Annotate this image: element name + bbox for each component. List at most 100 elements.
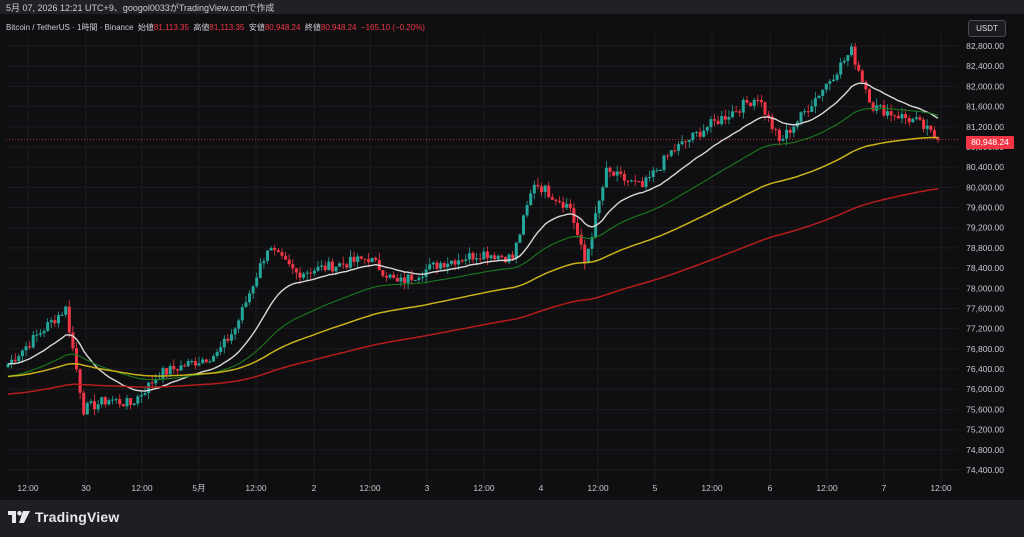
candle-body (850, 46, 853, 56)
candle-body (565, 203, 569, 208)
candle-body (709, 119, 713, 128)
candle (93, 394, 96, 416)
tradingview-logo[interactable]: TradingView (8, 509, 119, 525)
candle-body (179, 365, 183, 371)
candle (237, 318, 241, 334)
candle-body (673, 150, 677, 152)
candle-body (810, 106, 814, 112)
candle-body (82, 392, 86, 415)
candle (727, 110, 731, 125)
candle-body (100, 397, 104, 405)
candle (136, 394, 140, 407)
candle-body (507, 254, 511, 263)
candle-body (352, 256, 356, 262)
candle (341, 256, 345, 269)
candle-body (46, 322, 50, 332)
candle (193, 357, 197, 370)
candle-body (204, 359, 208, 363)
y-tick-label: 81,200.00 (966, 122, 1004, 132)
price-chart[interactable]: 82,800.00 82,400.00 82,000.00 81,600.00 81,2… (0, 14, 1024, 500)
candle-body (460, 260, 464, 262)
candle (925, 119, 929, 136)
candle (677, 141, 680, 156)
candle-body (868, 89, 871, 103)
candle-body (284, 255, 288, 260)
candle-body (695, 131, 698, 133)
candle (132, 402, 136, 406)
candle (388, 273, 392, 280)
candle (594, 206, 598, 239)
candle (28, 341, 32, 350)
candle (698, 127, 702, 140)
candle-body (633, 180, 637, 182)
candle (305, 269, 309, 281)
candle (864, 80, 868, 94)
candle (13, 352, 17, 364)
candle-body (240, 307, 244, 321)
candle (612, 170, 616, 177)
currency-button[interactable]: USDT (968, 20, 1006, 37)
candle (929, 125, 933, 134)
candle (770, 113, 774, 133)
candle (680, 135, 684, 146)
candle (850, 43, 853, 57)
candle-body (356, 256, 360, 262)
candle (752, 97, 756, 111)
candle-body (421, 276, 424, 278)
candle-body (684, 141, 688, 143)
candle (312, 267, 316, 277)
x-tick-label: 12:00 (587, 483, 609, 493)
candle (439, 260, 443, 272)
candle (114, 397, 118, 404)
candle-body (417, 277, 421, 280)
candle-body (734, 111, 738, 113)
candle (922, 117, 926, 133)
candle (579, 228, 583, 250)
candle (316, 261, 320, 272)
candle-body (932, 130, 936, 138)
candle (893, 114, 897, 121)
candle (522, 214, 525, 236)
candle (100, 396, 104, 408)
candle (756, 94, 760, 106)
candle-body (648, 177, 652, 178)
candle-body (752, 99, 756, 106)
y-tick-label: 76,400.00 (966, 364, 1004, 374)
candle-body (269, 248, 273, 251)
candle-body (792, 126, 796, 133)
candle-body (522, 215, 525, 235)
candle-body (485, 251, 489, 259)
candle-body (532, 184, 536, 194)
candle (590, 232, 594, 256)
candle-body (143, 393, 147, 395)
candle-body (258, 263, 262, 278)
candle (860, 68, 864, 85)
candle (540, 182, 543, 197)
candle-body (71, 332, 75, 349)
candle-body (262, 261, 266, 264)
candle (71, 325, 75, 352)
candle-body (345, 264, 349, 268)
candle-body (139, 394, 143, 397)
candle-body (348, 256, 352, 268)
candle-body (691, 132, 695, 140)
legend-low-label: 安値 (248, 23, 265, 32)
candle-body (114, 399, 118, 401)
candle (817, 94, 821, 99)
candle (302, 272, 306, 280)
candle-body (806, 111, 810, 113)
candle-body (698, 131, 702, 137)
candle (648, 170, 652, 182)
candle-body (13, 359, 17, 362)
candle-body (493, 255, 497, 260)
candle (111, 395, 114, 405)
candle (284, 251, 288, 260)
candle (813, 92, 817, 114)
candle-body (172, 366, 176, 370)
candle (38, 328, 42, 338)
candle-body (860, 70, 864, 82)
candle-body (334, 266, 338, 272)
candle-body (781, 138, 785, 141)
candle-body (413, 280, 417, 281)
candle (370, 257, 374, 263)
